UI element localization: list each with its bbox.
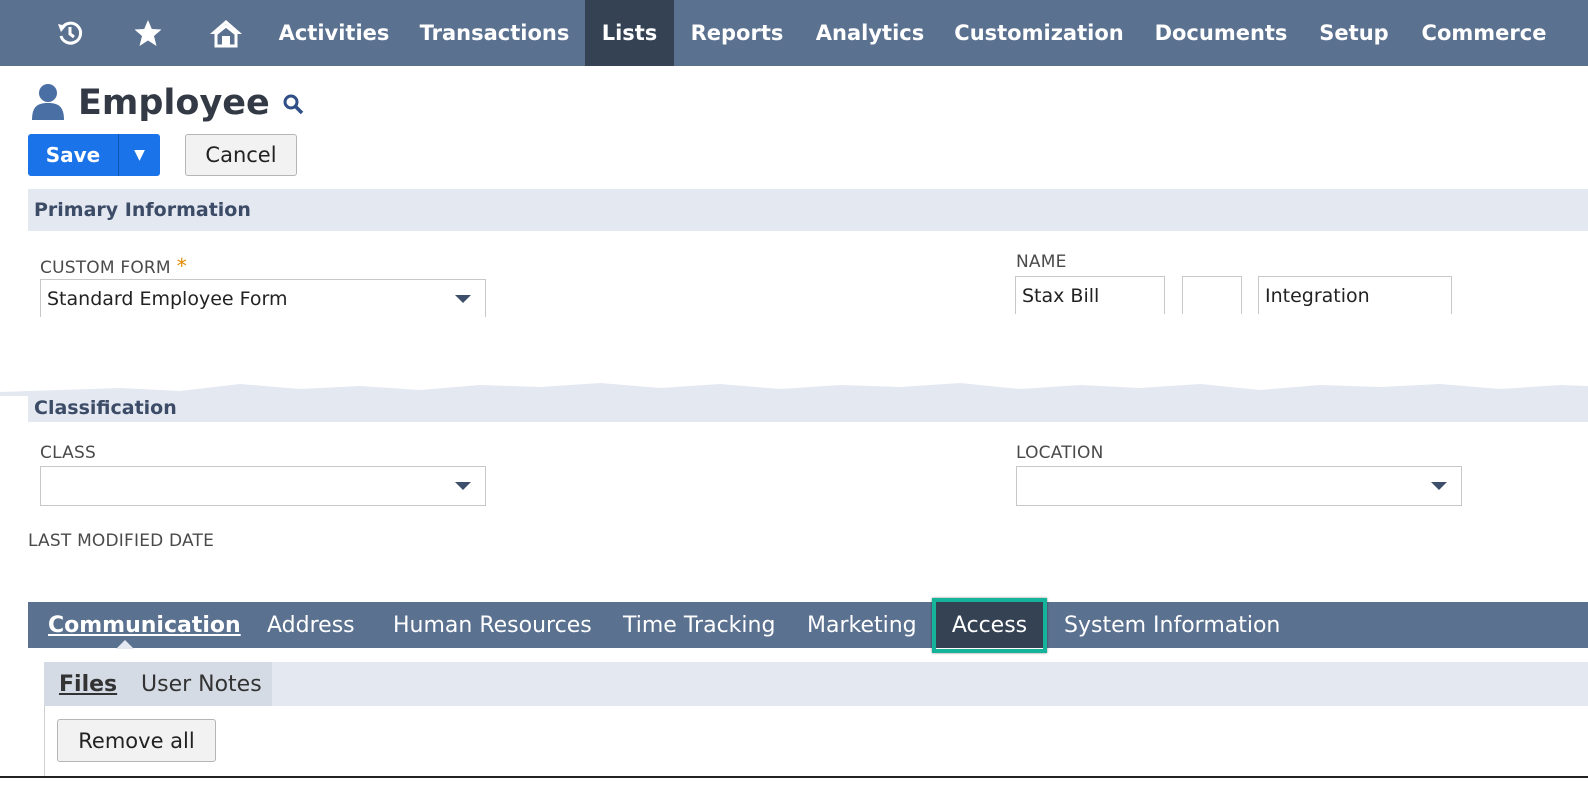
first-name-field[interactable]: Stax Bill	[1015, 276, 1165, 314]
custom-form-value: Standard Employee Form	[47, 288, 288, 310]
employee-person-icon	[30, 82, 66, 124]
primary-information-header[interactable]: Primary Information	[28, 189, 1588, 231]
subtab-files[interactable]: Files	[59, 662, 117, 706]
classification-header[interactable]: Classification	[28, 394, 1588, 422]
top-navigation-bar: Activities Transactions Lists Reports An…	[0, 0, 1588, 66]
location-select[interactable]	[1016, 466, 1462, 506]
custom-form-select[interactable]: Standard Employee Form	[40, 279, 486, 317]
middle-name-field[interactable]	[1182, 276, 1242, 314]
nav-transactions[interactable]: Transactions	[404, 0, 585, 66]
recent-history-icon[interactable]	[50, 0, 90, 66]
subtab-bar: Files User Notes	[44, 662, 1588, 706]
first-name-value: Stax Bill	[1022, 285, 1100, 307]
home-icon[interactable]	[204, 0, 248, 66]
remove-all-button[interactable]: Remove all	[57, 719, 216, 762]
dropdown-arrow-icon	[455, 295, 471, 303]
tab-marketing[interactable]: Marketing	[807, 602, 917, 648]
nav-commerce[interactable]: Commerce	[1404, 0, 1564, 66]
bottom-border	[0, 776, 1588, 778]
nav-customization[interactable]: Customization	[940, 0, 1138, 66]
nav-activities[interactable]: Activities	[264, 0, 404, 66]
dropdown-arrow-icon	[455, 482, 471, 490]
tab-communication[interactable]: Communication	[48, 602, 241, 648]
record-tabs-bar: Communication Address Human Resources Ti…	[28, 602, 1588, 649]
cancel-button[interactable]: Cancel	[185, 134, 297, 176]
nav-reports[interactable]: Reports	[674, 0, 800, 66]
save-options-dropdown[interactable]: ▼	[118, 134, 160, 176]
location-label: LOCATION	[1016, 443, 1104, 463]
star-icon[interactable]	[128, 0, 168, 66]
save-button-group: Save ▼	[28, 134, 160, 176]
dropdown-arrow-icon	[1431, 482, 1447, 490]
subtab-user-notes[interactable]: User Notes	[141, 662, 262, 706]
active-tab-pointer	[116, 640, 134, 649]
caret-down-icon: ▼	[134, 147, 145, 163]
class-select[interactable]	[40, 466, 486, 506]
save-button[interactable]: Save	[28, 134, 118, 176]
section-title: Classification	[34, 397, 177, 419]
tab-address[interactable]: Address	[267, 602, 355, 648]
last-name-value: Integration	[1265, 285, 1370, 307]
nav-setup[interactable]: Setup	[1304, 0, 1404, 66]
page-title-row: Employee	[30, 78, 304, 128]
search-icon[interactable]	[282, 93, 304, 119]
custom-form-label: CUSTOM FORM *	[40, 254, 187, 278]
required-mark: *	[176, 254, 187, 278]
nav-lists[interactable]: Lists	[585, 0, 674, 66]
access-tab-highlight	[932, 598, 1047, 653]
nav-documents[interactable]: Documents	[1138, 0, 1304, 66]
custom-form-label-text: CUSTOM FORM	[40, 258, 171, 278]
files-content-pane	[44, 706, 1588, 778]
tab-time-tracking[interactable]: Time Tracking	[623, 602, 775, 648]
nav-analytics[interactable]: Analytics	[800, 0, 940, 66]
tab-human-resources[interactable]: Human Resources	[393, 602, 592, 648]
last-modified-date-label: LAST MODIFIED DATE	[28, 531, 215, 551]
name-label: NAME	[1016, 252, 1067, 272]
torn-edge-divider	[0, 383, 1588, 396]
last-name-field[interactable]: Integration	[1258, 276, 1452, 314]
page-title: Employee	[78, 83, 270, 123]
tab-system-information[interactable]: System Information	[1064, 602, 1280, 648]
class-label: CLASS	[40, 443, 96, 463]
section-title: Primary Information	[34, 199, 251, 221]
